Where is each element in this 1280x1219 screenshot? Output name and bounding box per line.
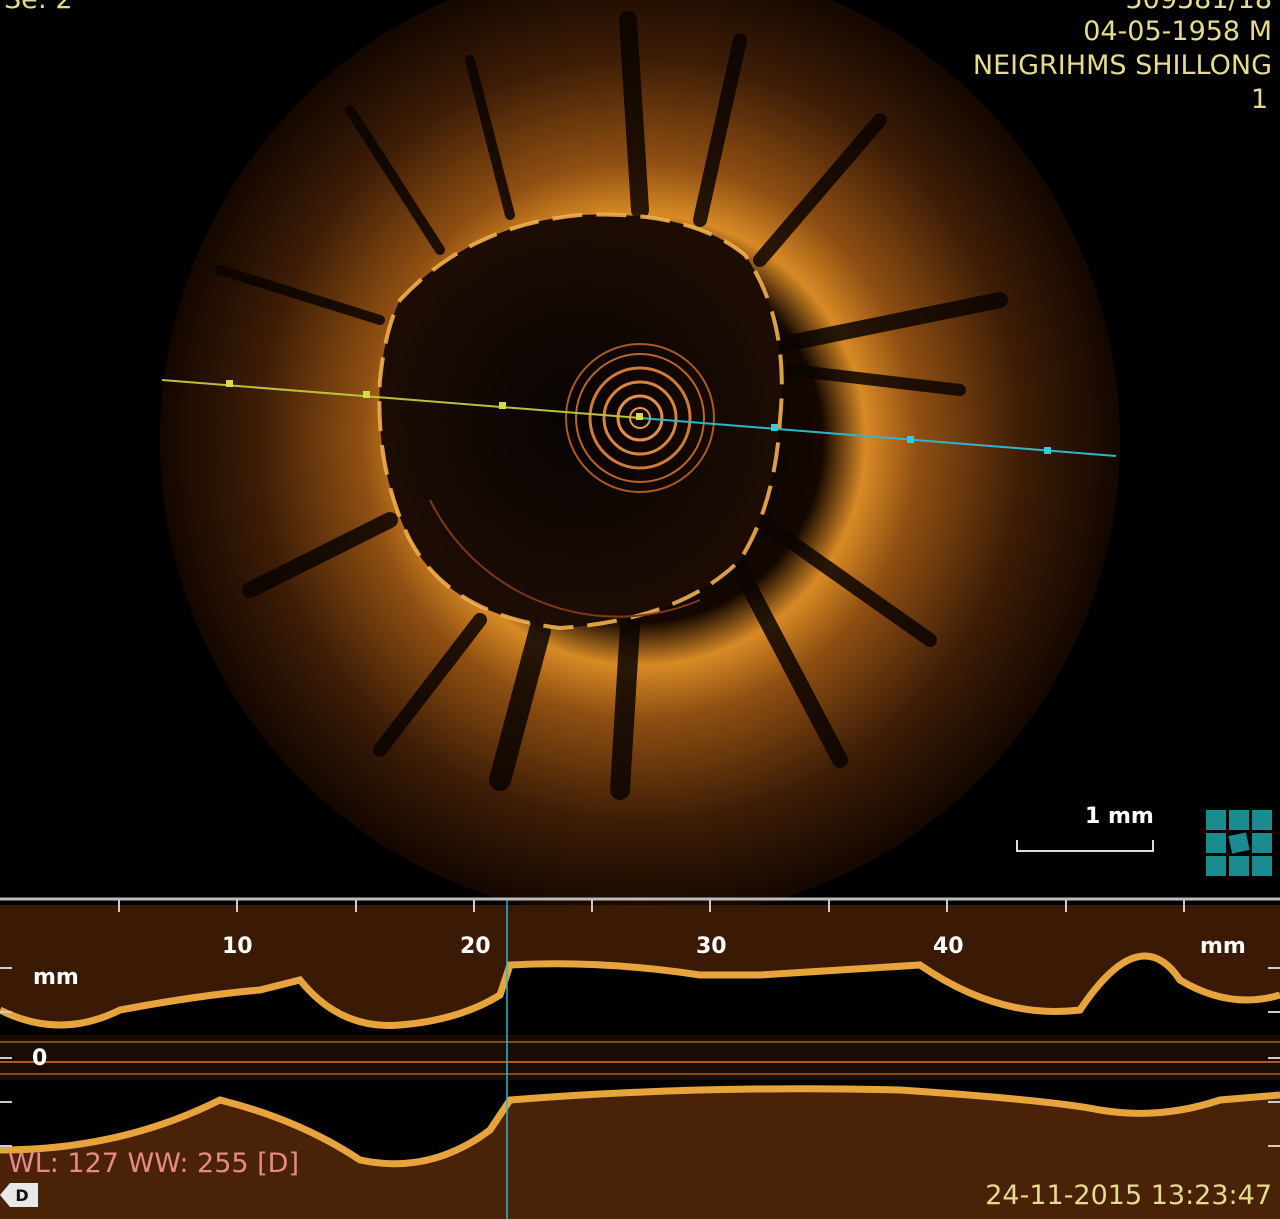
patient-dob-sex: 04-05-1958 M <box>1083 16 1272 47</box>
length-unit-label: mm <box>1200 934 1246 959</box>
window-level-readout: WL: 127 WW: 255 [D] <box>8 1148 300 1179</box>
series-label: Se: 2 <box>4 0 73 13</box>
distal-marker-label: D <box>15 1186 28 1205</box>
length-tick-40: 40 <box>933 934 964 959</box>
lumen <box>379 214 782 628</box>
acquisition-timestamp: 24-11-2015 13:23:47 <box>985 1180 1272 1211</box>
oct-cross-section-view <box>0 0 1280 1219</box>
scale-bar <box>1016 840 1154 852</box>
diameter-zero-label: 0 <box>32 1046 48 1071</box>
length-tick-20: 20 <box>460 934 491 959</box>
patient-id: 509581/18 <box>1125 0 1272 13</box>
view-grid-icon[interactable] <box>1206 810 1272 876</box>
distal-marker-icon[interactable]: D <box>0 1183 38 1207</box>
frame-number: 1 <box>1250 84 1268 115</box>
institution-name: NEIGRIHMS SHILLONG <box>972 50 1272 81</box>
length-tick-10: 10 <box>222 934 253 959</box>
length-tick-30: 30 <box>696 934 727 959</box>
diameter-unit-label: mm <box>33 965 79 990</box>
scale-bar-label: 1 mm <box>1085 804 1154 829</box>
